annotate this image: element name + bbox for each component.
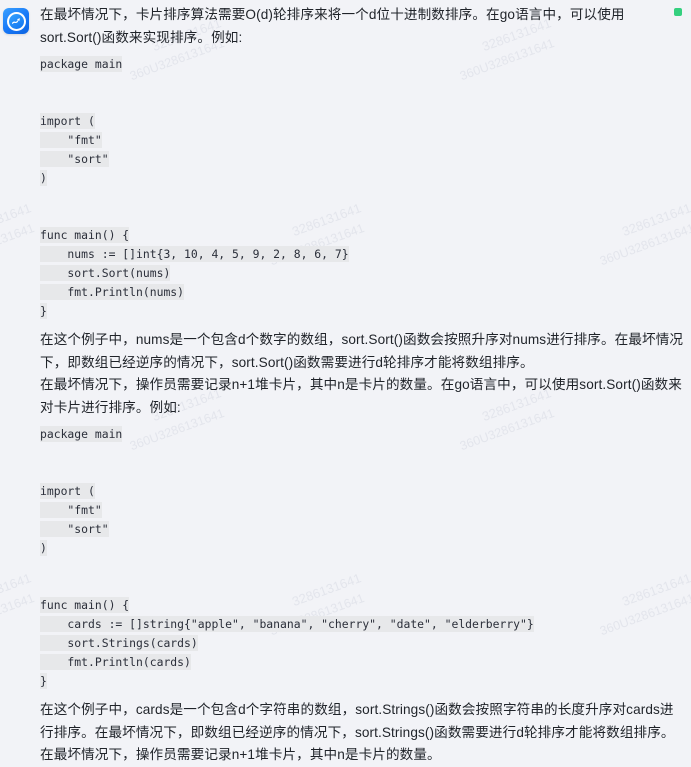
code-line: "fmt" xyxy=(40,502,102,518)
code-line: package main xyxy=(40,56,123,72)
code-line: "sort" xyxy=(40,151,109,167)
code-line: } xyxy=(40,303,47,319)
code-line: fmt.Println(cards) xyxy=(40,654,191,670)
paragraph-3: 在最坏情况下，操作员需要记录n+1堆卡片，其中n是卡片的数量。在go语言中，可以… xyxy=(40,377,682,415)
code-line: sort.Sort(nums) xyxy=(40,265,171,281)
code-line: nums := []int{3, 10, 4, 5, 9, 2, 8, 6, 7… xyxy=(40,246,349,262)
paragraph-1: 在最坏情况下，卡片排序算法需要O(d)轮排序来将一个d位十进制数排序。在go语言… xyxy=(40,7,625,45)
code-line: import ( xyxy=(40,113,95,129)
assistant-avatar[interactable] xyxy=(3,8,29,34)
code-line: func main() { xyxy=(40,227,130,243)
code-line: ) xyxy=(40,540,47,556)
assistant-message: 在最坏情况下，卡片排序算法需要O(d)轮排序来将一个d位十进制数排序。在go语言… xyxy=(0,0,691,767)
online-status-dot[interactable] xyxy=(674,8,682,16)
code-line: package main xyxy=(40,426,123,442)
code-line: cards := []string{"apple", "banana", "ch… xyxy=(40,616,534,632)
code-line: import ( xyxy=(40,483,95,499)
code-line: "sort" xyxy=(40,521,109,537)
code-block-2[interactable]: package main import ( "fmt" "sort") func… xyxy=(40,425,685,691)
code-line: func main() { xyxy=(40,597,130,613)
code-line: fmt.Println(nums) xyxy=(40,284,185,300)
code-line: "fmt" xyxy=(40,132,102,148)
paragraph-2: 在这个例子中，nums是一个包含d个数字的数组，sort.Sort()函数会按照… xyxy=(40,332,684,370)
paragraph-4: 在这个例子中，cards是一个包含d个字符串的数组，sort.Strings()… xyxy=(40,702,675,762)
code-line: sort.Strings(cards) xyxy=(40,635,198,651)
360-browser-logo-icon xyxy=(8,13,24,29)
message-content: 在最坏情况下，卡片排序算法需要O(d)轮排序来将一个d位十进制数排序。在go语言… xyxy=(29,4,691,767)
code-line: } xyxy=(40,673,47,689)
code-block-1[interactable]: package main import ( "fmt" "sort") func… xyxy=(40,55,685,321)
code-line: ) xyxy=(40,170,47,186)
